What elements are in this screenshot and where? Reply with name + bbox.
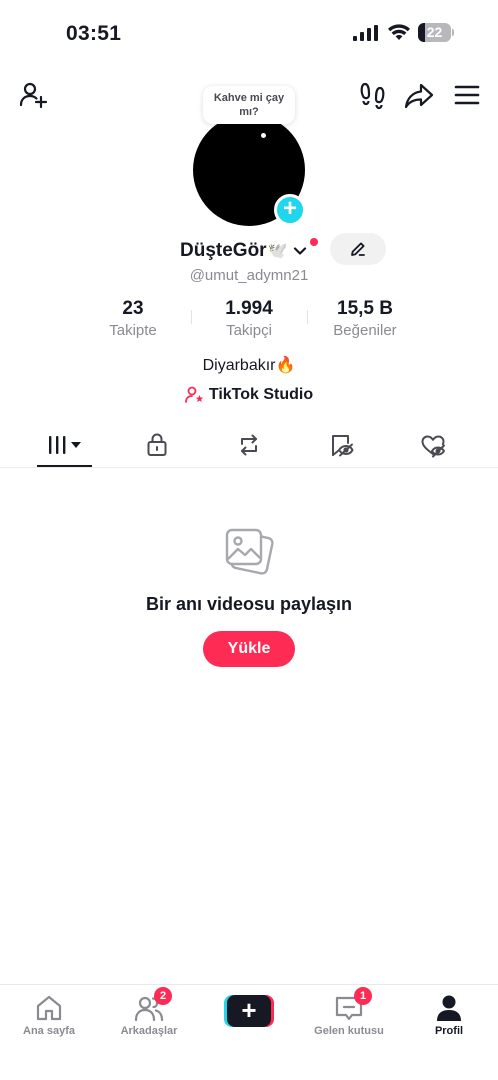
nav-friends-label: Arkadaşlar (120, 1025, 178, 1037)
nav-home[interactable]: Ana sayfa (4, 993, 94, 1037)
create-plus-icon: + (227, 995, 271, 1027)
battery-icon: 22 (418, 23, 454, 42)
note-bubble[interactable]: Kahve mi çay mı? (203, 86, 295, 124)
tab-active-indicator (37, 465, 92, 467)
nav-inbox[interactable]: 1 Gelen kutusu (304, 987, 394, 1037)
status-bar: 03:51 22 (0, 0, 498, 70)
profile-icon (437, 995, 461, 1021)
upload-button[interactable]: Yükle (203, 631, 295, 667)
battery-level: 22 (426, 24, 443, 40)
note-tail (261, 133, 266, 138)
menu-icon[interactable] (452, 80, 482, 110)
pencil-icon (351, 242, 365, 256)
tiktok-studio-link[interactable]: TikTok Studio (0, 386, 498, 404)
stat-divider (307, 310, 308, 324)
profile-tabs (0, 422, 498, 468)
signal-icon (353, 25, 378, 41)
home-icon (36, 995, 62, 1021)
followers-count: 1.994 (225, 298, 273, 319)
followers-stat[interactable]: 1.994 Takipçi (199, 298, 299, 339)
bottom-nav: Ana sayfa 2 Arkadaşlar + 1 Gelen kutusu (0, 984, 498, 1080)
add-avatar-plus-icon[interactable]: + (274, 194, 306, 226)
friends-badge: 2 (154, 987, 172, 1005)
username: @umut_adymn21 (189, 267, 309, 284)
photo-stack-icon (225, 528, 274, 575)
tab-videos[interactable] (45, 430, 85, 460)
bio: Diyarbakır🔥 (202, 357, 296, 374)
nav-inbox-label: Gelen kutusu (314, 1025, 384, 1037)
status-time: 03:51 (66, 22, 122, 45)
lock-icon (147, 433, 167, 456)
footprints-icon[interactable] (358, 80, 388, 110)
likes-count: 15,5 B (337, 298, 393, 319)
following-label: Takipte (109, 322, 157, 339)
tab-private[interactable] (137, 430, 177, 460)
wifi-icon (388, 24, 410, 40)
nav-friends[interactable]: 2 Arkadaşlar (104, 987, 194, 1037)
following-stat[interactable]: 23 Takipte (83, 298, 183, 339)
nav-home-label: Ana sayfa (23, 1025, 75, 1037)
edit-profile-button[interactable] (330, 233, 386, 265)
stat-divider (191, 310, 192, 324)
tiktok-studio-label: TikTok Studio (208, 386, 314, 403)
create-button[interactable]: + (224, 995, 274, 1027)
empty-state-title: Bir anı videosu paylaşın (145, 594, 353, 614)
display-name: DüşteGör (180, 240, 267, 261)
dove-emoji: 🕊️ (267, 243, 288, 260)
inbox-icon-wrap: 1 (334, 987, 372, 1023)
display-name-row[interactable]: DüşteGör 🕊️ (180, 238, 318, 264)
likes-stat[interactable]: 15,5 B Beğeniler (315, 298, 415, 339)
followers-label: Takipçi (226, 322, 272, 339)
tab-reposts[interactable] (229, 430, 269, 460)
tab-favorites[interactable] (321, 430, 361, 460)
chevron-down-icon[interactable] (292, 243, 308, 259)
friends-icon-wrap: 2 (134, 987, 172, 1023)
add-friend-icon[interactable] (18, 80, 48, 110)
videos-grid-icon (49, 436, 81, 454)
following-count: 23 (122, 298, 144, 319)
nav-profile-label: Profil (434, 1025, 464, 1037)
share-icon[interactable] (404, 80, 434, 110)
liked-icon (421, 435, 445, 458)
tab-liked[interactable] (413, 430, 453, 460)
nav-profile[interactable]: Profil (404, 993, 494, 1037)
repost-icon (241, 434, 257, 456)
likes-label: Beğeniler (333, 322, 397, 339)
notification-dot (310, 238, 318, 246)
creator-star-icon (184, 386, 204, 403)
favorites-icon (332, 435, 354, 457)
inbox-badge: 1 (354, 987, 372, 1005)
